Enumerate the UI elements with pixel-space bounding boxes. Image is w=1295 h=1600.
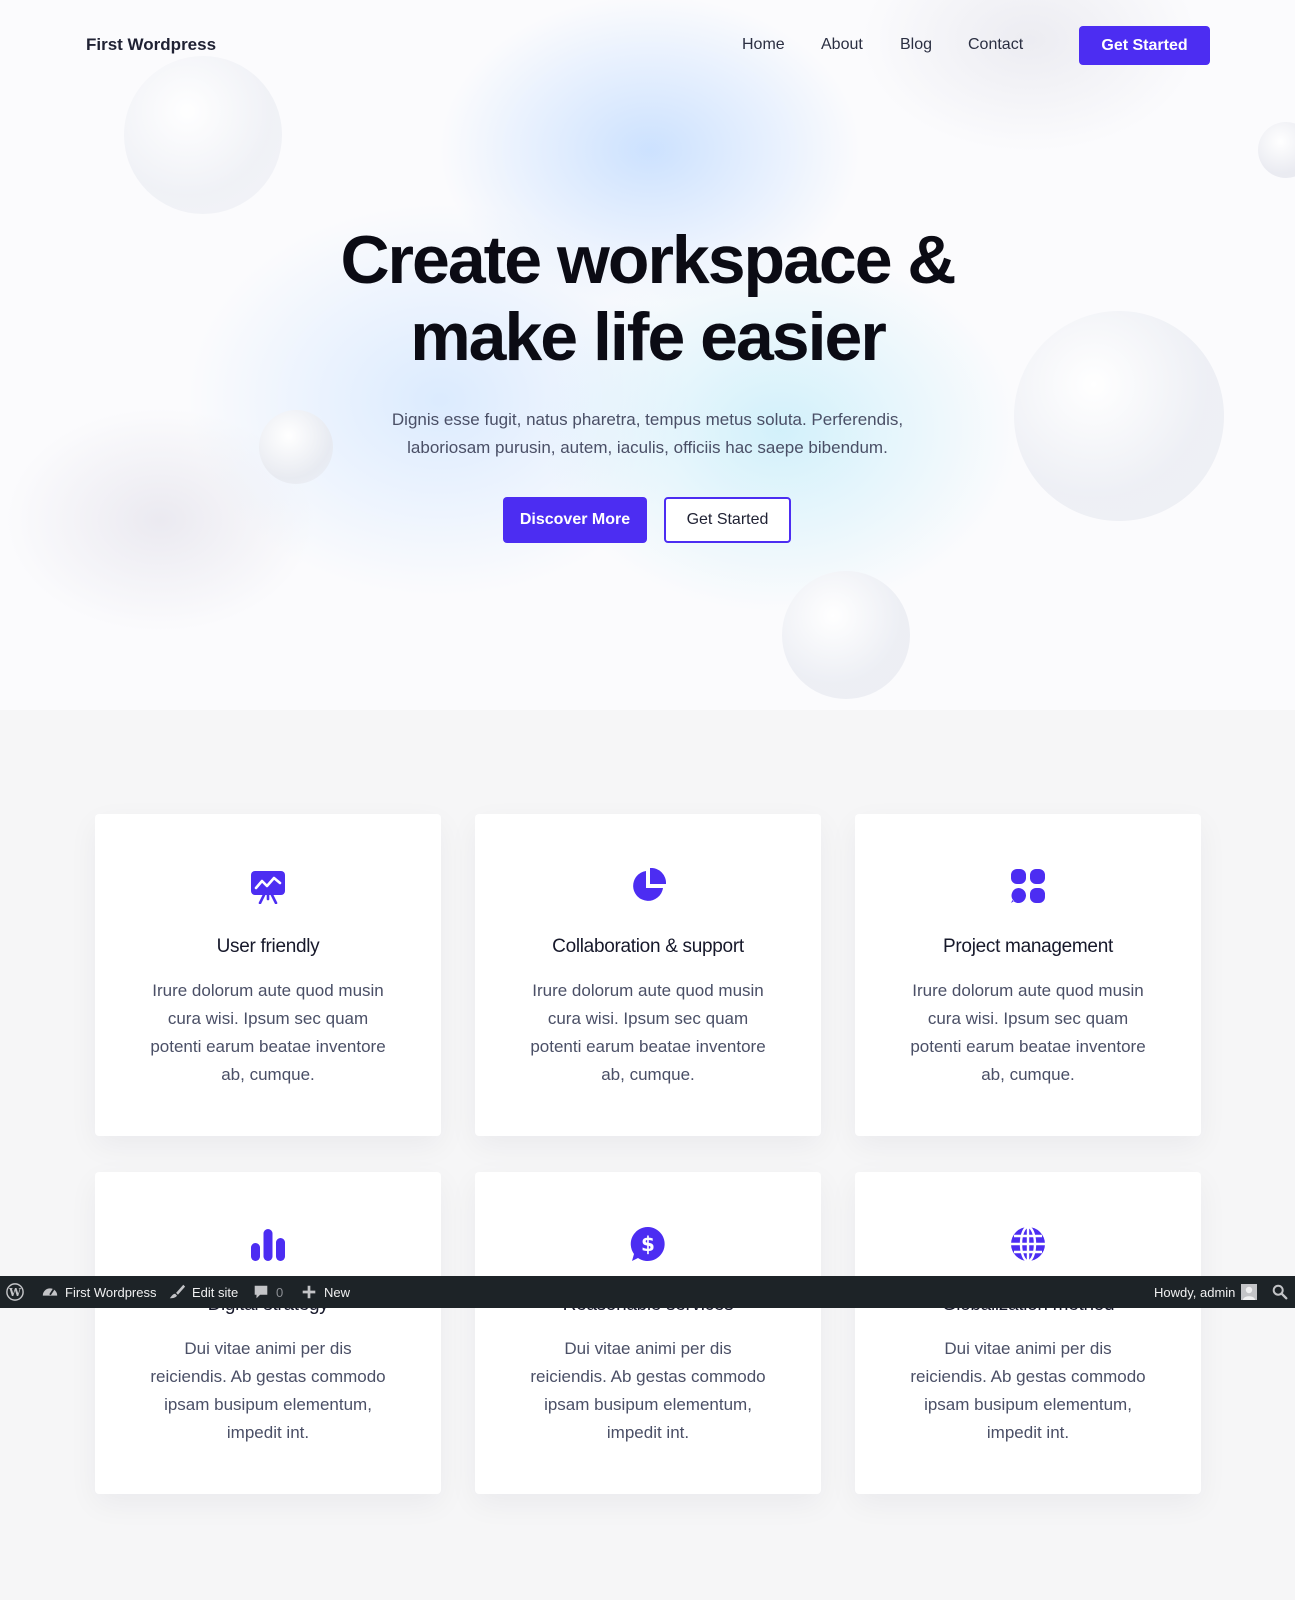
- feature-title: Project management: [943, 936, 1113, 957]
- admin-bar-new-label: New: [324, 1284, 351, 1300]
- globe-icon: [1011, 1226, 1045, 1262]
- user-avatar-icon: [1243, 1286, 1256, 1300]
- dashboard-gauge-icon: [42, 1288, 58, 1296]
- howdy-text: Howdy, admin: [1154, 1284, 1236, 1300]
- nav-link-home[interactable]: Home: [742, 36, 785, 54]
- admin-bar-comments[interactable]: 0: [252, 1276, 283, 1308]
- hero-get-started-button[interactable]: Get Started: [664, 497, 791, 543]
- admin-bar-search[interactable]: [1271, 1276, 1289, 1308]
- discover-more-button[interactable]: Discover More: [503, 497, 647, 543]
- feature-description: Irure dolorum aute quod musin cura wisi.…: [530, 981, 766, 1084]
- hero-subtitle: Dignis esse fugit, natus pharetra, tempu…: [0, 406, 1295, 462]
- brush-icon: [169, 1284, 186, 1299]
- header-get-started-button[interactable]: Get Started: [1079, 26, 1210, 65]
- search-icon: [1272, 1284, 1288, 1300]
- nav-link-blog[interactable]: Blog: [900, 36, 932, 54]
- avatar: [1241, 1284, 1258, 1300]
- feature-card: User friendly Irure dolorum aute quod mu…: [95, 814, 441, 1136]
- svg-text:$: $: [641, 1232, 655, 1256]
- hero-title: Create workspace & make life easier: [0, 222, 1295, 376]
- admin-bar-account[interactable]: Howdy, admin: [1154, 1276, 1258, 1308]
- feature-title: User friendly: [216, 936, 320, 957]
- hero-title-line: make life easier: [410, 299, 887, 375]
- presentation-chart-icon: [251, 871, 285, 904]
- site-header: First Wordpress Home About Blog Contact …: [0, 0, 1295, 92]
- wordpress-logo-icon: W: [6, 1283, 24, 1301]
- admin-bar-site-name[interactable]: First Wordpress: [41, 1276, 157, 1308]
- pie-chart-icon: [633, 868, 666, 901]
- hero-subtitle-line: Dignis esse fugit, natus pharetra, tempu…: [391, 410, 904, 429]
- feature-description: Dui vitae animi per dis reiciendis. Ab g…: [150, 1339, 386, 1442]
- admin-bar-new[interactable]: New: [300, 1276, 350, 1308]
- comments-count: 0: [276, 1284, 284, 1300]
- feature-card: Digital strategy Dui vitae animi per dis…: [95, 1172, 441, 1494]
- site-logo-title[interactable]: First Wordpress: [86, 35, 216, 55]
- nav-link-contact[interactable]: Contact: [968, 36, 1023, 54]
- nav-link-about[interactable]: About: [821, 36, 863, 54]
- decorative-orb: [782, 571, 910, 699]
- feature-description: Irure dolorum aute quod musin cura wisi.…: [910, 981, 1146, 1084]
- admin-bar-site-label: First Wordpress: [65, 1284, 157, 1300]
- feature-card: Project management Irure dolorum aute qu…: [855, 814, 1201, 1136]
- wp-logo-menu[interactable]: W: [6, 1276, 24, 1308]
- feature-description: Dui vitae animi per dis reiciendis. Ab g…: [530, 1339, 766, 1442]
- admin-bar-edit-site[interactable]: Edit site: [168, 1276, 238, 1308]
- feature-title: Collaboration & support: [552, 936, 744, 957]
- plus-icon: [302, 1285, 316, 1299]
- hero-title-line: Create workspace &: [340, 222, 956, 298]
- wp-admin-bar: W First Wordpress Edit site 0 New Howdy,…: [0, 1276, 1295, 1308]
- decorative-orb: [1258, 122, 1295, 178]
- admin-bar-edit-label: Edit site: [192, 1284, 239, 1300]
- grid-dots-icon: [1011, 869, 1045, 903]
- feature-description: Irure dolorum aute quod musin cura wisi.…: [150, 981, 386, 1084]
- hero-section: First Wordpress Home About Blog Contact …: [0, 0, 1295, 710]
- feature-card: Collaboration & support Irure dolorum au…: [475, 814, 821, 1136]
- feature-description: Dui vitae animi per dis reiciendis. Ab g…: [910, 1339, 1146, 1442]
- comment-bubble-icon: [254, 1285, 268, 1299]
- feature-card: $ Reasonable services Dui vitae animi pe…: [475, 1172, 821, 1494]
- hero-subtitle-line: laboriosam purusin, autem, iaculis, offi…: [407, 438, 888, 457]
- dollar-chat-icon: $: [630, 1226, 665, 1261]
- bar-chart-icon: [251, 1229, 285, 1261]
- svg-text:W: W: [8, 1286, 22, 1299]
- feature-card: Globalization method Dui vitae animi per…: [855, 1172, 1201, 1494]
